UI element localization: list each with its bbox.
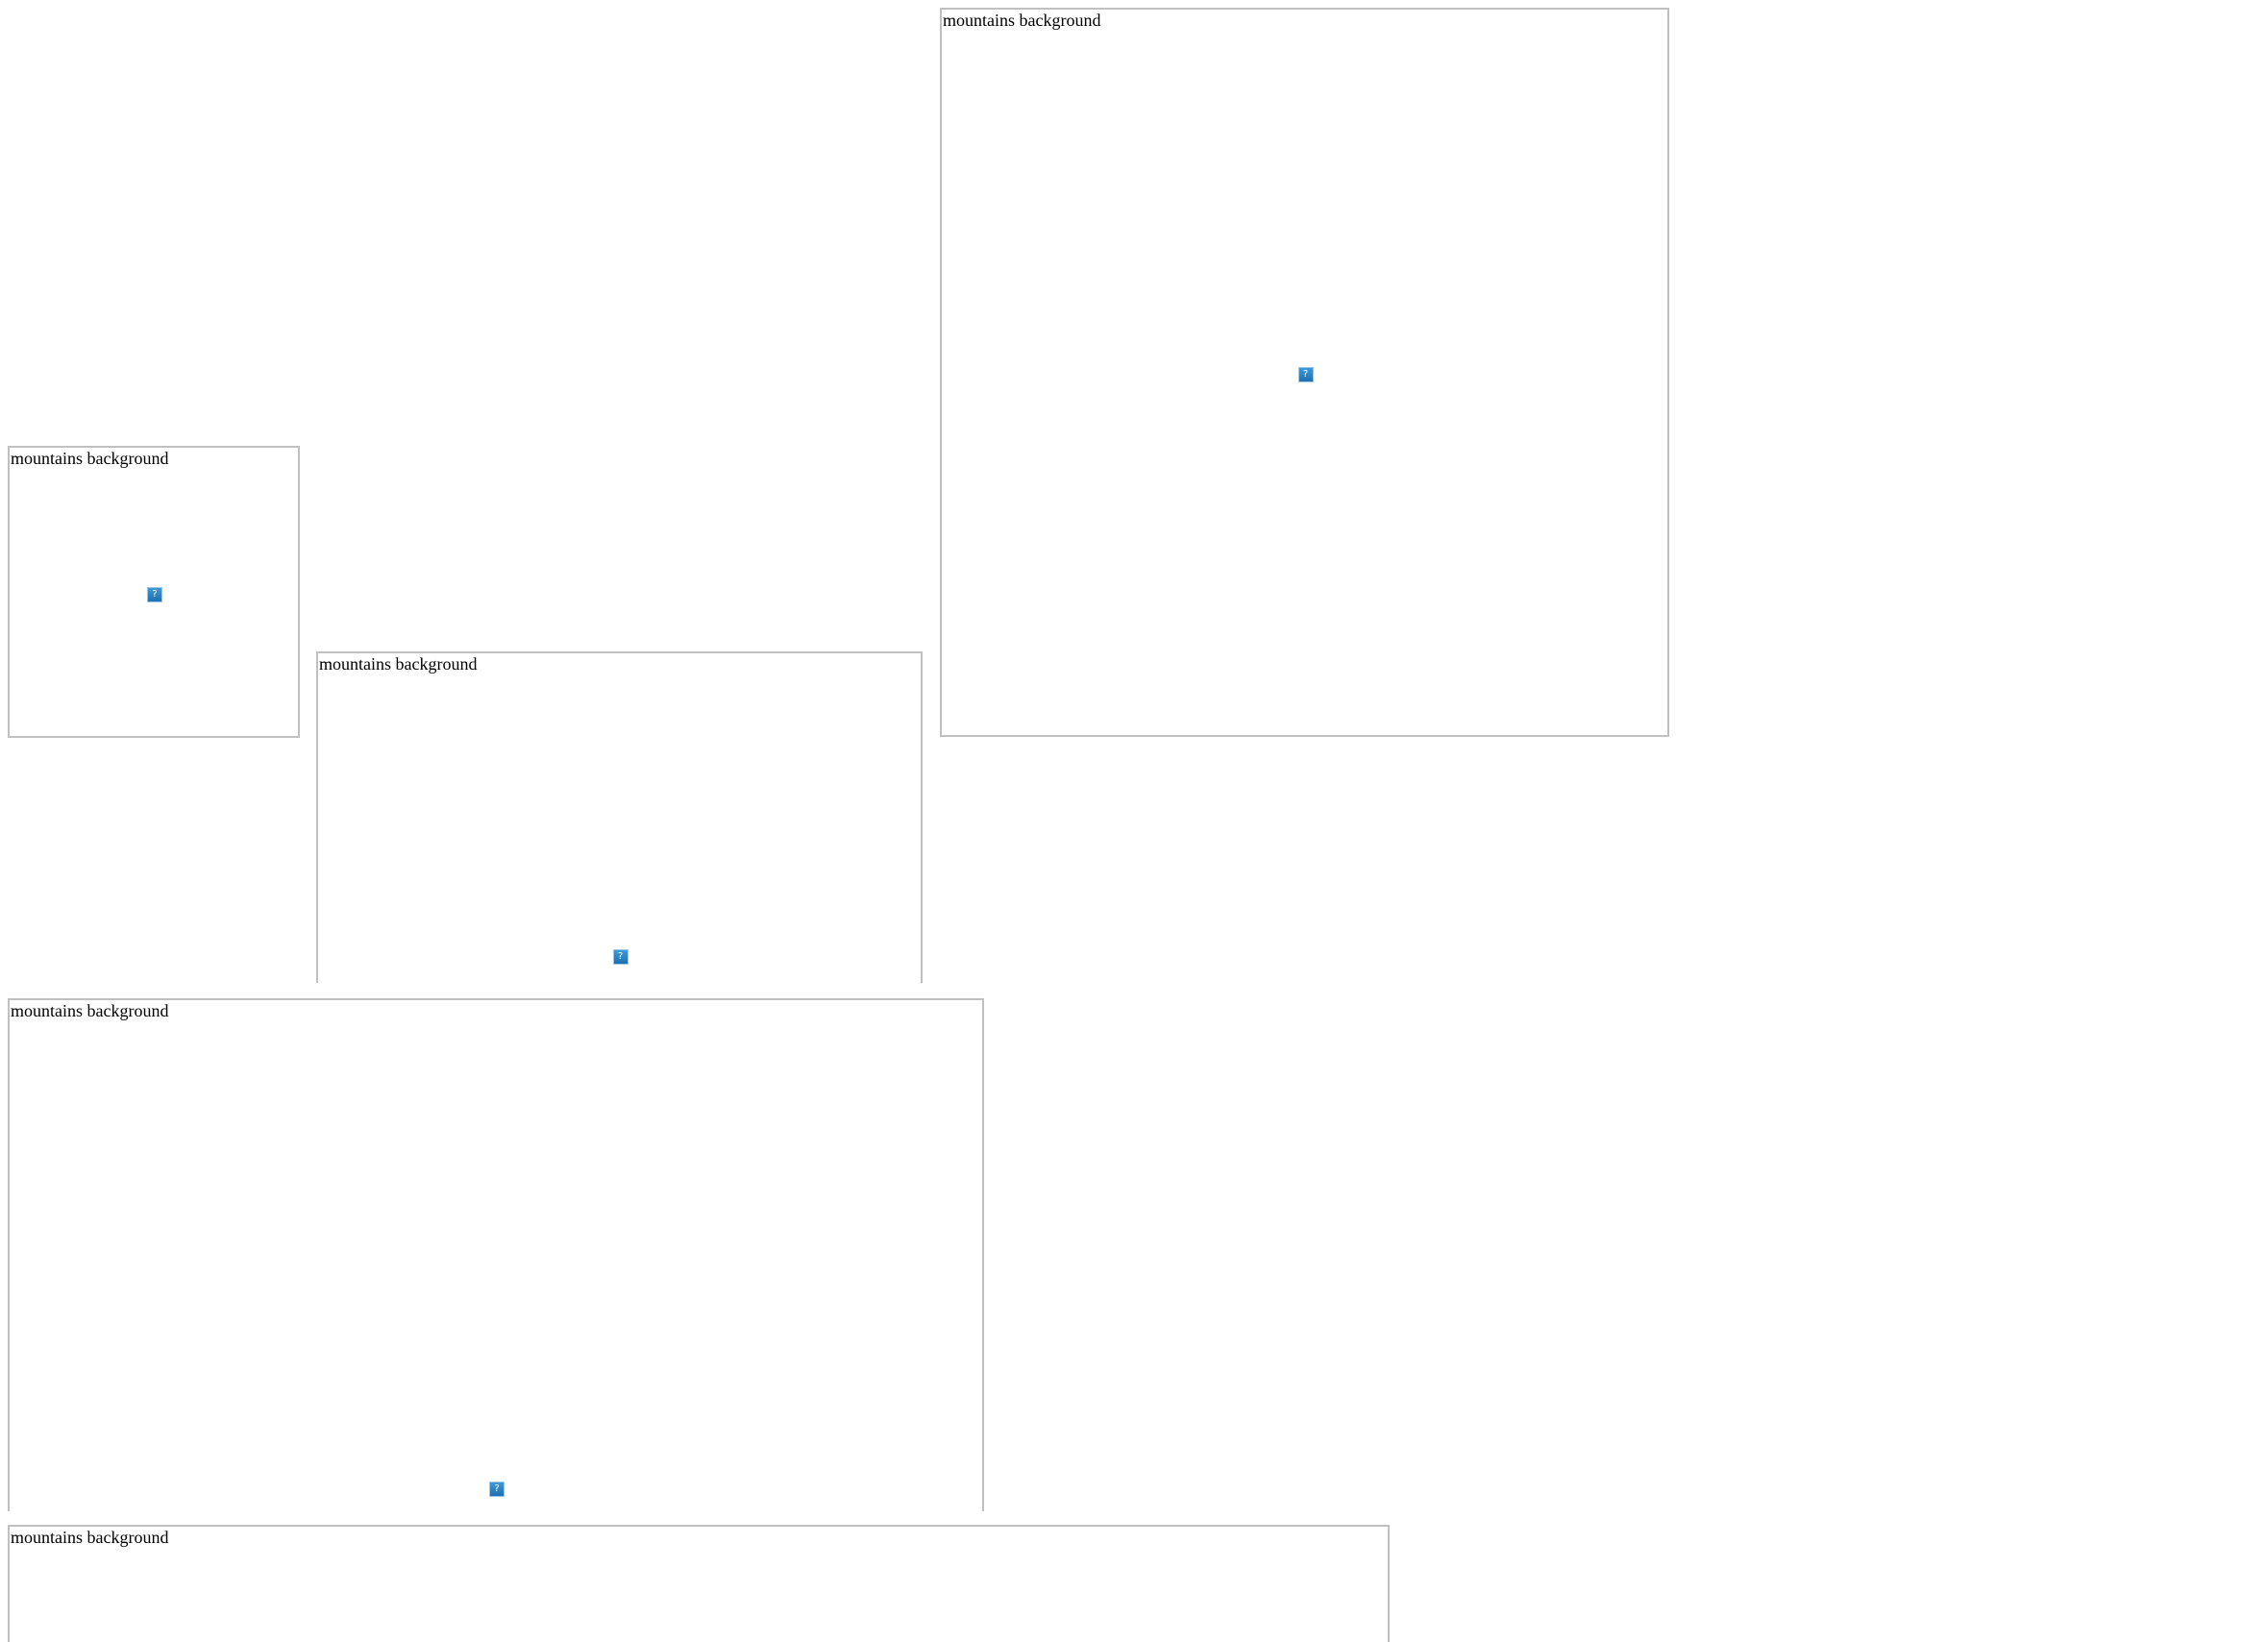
image-alt-text: mountains background — [11, 1528, 169, 1547]
broken-image: mountains background ? — [8, 998, 984, 1511]
broken-image: mountains background ? — [940, 8, 1669, 737]
broken-image: mountains background ? — [8, 446, 300, 738]
broken-image-icon: ? — [1297, 367, 1314, 382]
broken-image-icon: ? — [489, 1482, 505, 1497]
broken-image: mountains background — [8, 1525, 1390, 1642]
image-alt-text: mountains background — [943, 11, 1101, 30]
broken-image-icon: ? — [147, 587, 162, 602]
image-alt-text: mountains background — [11, 449, 169, 468]
broken-image: mountains background ? — [316, 651, 923, 983]
image-alt-text: mountains background — [11, 1001, 169, 1020]
broken-image-icon: ? — [612, 949, 629, 965]
image-alt-text: mountains background — [319, 654, 478, 674]
